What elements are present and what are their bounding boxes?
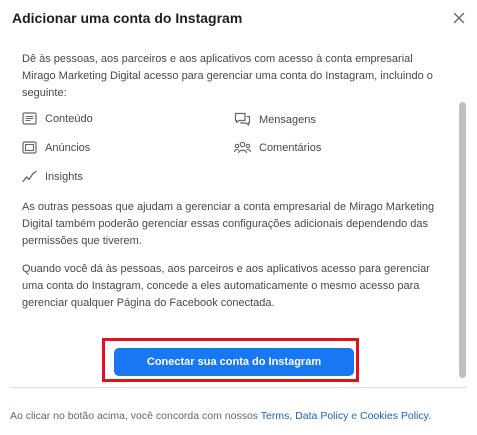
- terms-link[interactable]: Terms: [261, 410, 290, 422]
- footer-suffix: .: [428, 410, 432, 422]
- paragraph-access-info: Quando você dá às pessoas, aos parceiros…: [22, 263, 430, 309]
- content-icon: [22, 112, 37, 125]
- close-icon[interactable]: [450, 9, 468, 27]
- comments-icon: [234, 141, 251, 154]
- data-policy-link[interactable]: Data Policy: [295, 410, 348, 422]
- permission-label: Conteúdo: [45, 112, 93, 125]
- footer-divider: [10, 387, 467, 388]
- scrollbar[interactable]: [459, 102, 466, 378]
- messages-icon: [234, 112, 251, 126]
- permission-label: Anúncios: [45, 141, 91, 154]
- paragraph-other-people: As outras pessoas que ajudam a gerenciar…: [22, 201, 435, 247]
- footer-prefix: Ao clicar no botão acima, você concorda …: [10, 410, 261, 422]
- permission-label: Mensagens: [259, 113, 316, 126]
- intro-text: Dê às pessoas, aos parceiros e aos aplic…: [22, 53, 433, 99]
- cookies-policy-link[interactable]: Cookies Policy: [360, 410, 428, 422]
- permission-messages: Mensagens: [234, 112, 316, 127]
- dialog-title: Adicionar uma conta do Instagram: [12, 10, 243, 26]
- permission-label: Insights: [45, 170, 83, 183]
- scrollbar-thumb[interactable]: [459, 102, 466, 378]
- insights-icon: [22, 170, 37, 183]
- ads-icon: [22, 141, 37, 154]
- footer-separator: e: [348, 410, 361, 422]
- dialog-header: Adicionar uma conta do Instagram: [0, 0, 477, 36]
- permission-insights: Insights: [22, 170, 83, 183]
- permission-label: Comentários: [259, 141, 322, 154]
- permission-content: Conteúdo: [22, 112, 93, 125]
- permission-ads: Anúncios: [22, 141, 90, 154]
- permission-comments: Comentários: [234, 141, 321, 154]
- close-button[interactable]: [450, 9, 468, 27]
- dialog-body: Dê às pessoas, aos parceiros e aos aplic…: [0, 36, 477, 384]
- connect-instagram-button[interactable]: Conectar sua conta do Instagram: [114, 348, 354, 376]
- footer-legal-text: Ao clicar no botão acima, você concorda …: [10, 410, 431, 422]
